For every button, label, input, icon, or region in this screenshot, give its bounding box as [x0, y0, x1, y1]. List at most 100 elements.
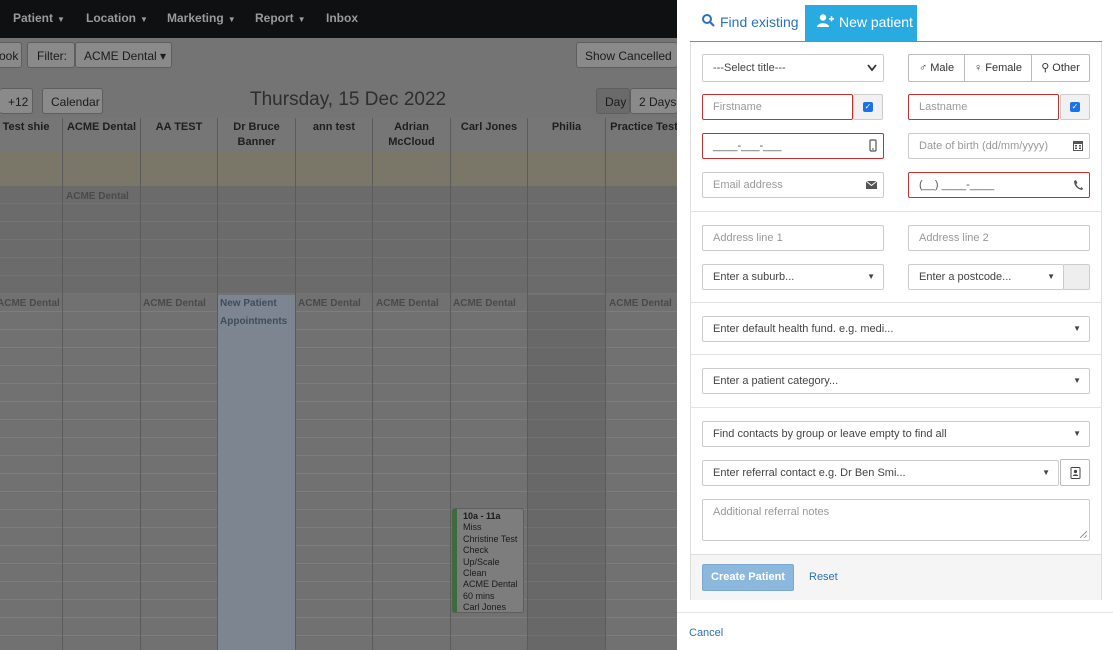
nav-marketing[interactable]: Marketing ▼: [167, 11, 236, 25]
nav-location[interactable]: Location ▼: [86, 11, 148, 25]
referral-notes-placeholder: Additional referral notes: [713, 506, 830, 518]
create-patient-button[interactable]: Create Patient: [702, 564, 794, 591]
tab-new-patient[interactable]: New patient: [805, 5, 917, 41]
tab-find-existing[interactable]: Find existing: [690, 5, 811, 41]
column-divider: [605, 118, 606, 650]
nav-report[interactable]: Report ▼: [255, 11, 306, 25]
location-label: ACME Dental: [298, 298, 361, 309]
patient-category-select[interactable]: Enter a patient category... ▼: [702, 368, 1090, 394]
column-header[interactable]: Adrian McCloud: [373, 118, 450, 152]
location-label: ACME Dental: [0, 298, 60, 309]
filter-dropdown[interactable]: ACME Dental ▾: [75, 42, 172, 68]
calendar-date-title: Thursday, 15 Dec 2022: [250, 89, 447, 110]
appointment-card[interactable]: 10a - 11a Miss Christine Test Check Up/S…: [452, 508, 524, 613]
email-input[interactable]: Email address: [702, 172, 884, 198]
postcode-placeholder: Enter a postcode...: [919, 271, 1012, 283]
plus12-button[interactable]: +12: [0, 88, 33, 114]
postcode-addon-button[interactable]: [1063, 264, 1090, 290]
column-header[interactable]: Philia: [528, 118, 605, 152]
appointment-line: Up/Scale: [463, 556, 500, 567]
new-patient-column-fill: [218, 295, 295, 650]
tab-new-patient-label: New patient: [839, 14, 913, 30]
contacts-group-select[interactable]: Find contacts by group or leave empty to…: [702, 421, 1090, 447]
location-label: ACME Dental: [66, 191, 129, 202]
panel-divider: [677, 612, 1113, 613]
location-label: ACME Dental: [143, 298, 206, 309]
checkmark-icon: ✓: [863, 102, 873, 112]
column-divider: [62, 118, 63, 650]
title-select[interactable]: ---Select title---: [702, 54, 884, 82]
appointment-line: Miss: [463, 522, 482, 533]
column-header[interactable]: Carl Jones: [451, 118, 527, 152]
health-fund-select[interactable]: Enter default health fund. e.g. medi... …: [702, 316, 1090, 342]
gender-female-button[interactable]: ♀ Female: [964, 54, 1032, 82]
column-header[interactable]: Dr Bruce Banner: [218, 118, 295, 152]
appointment-line: Check: [463, 545, 489, 556]
chevron-down-icon: [867, 55, 877, 81]
mobile-input[interactable]: ____-___-___: [702, 133, 884, 159]
postcode-select[interactable]: Enter a postcode... ▼: [908, 264, 1064, 290]
calendar-icon: [1073, 134, 1083, 158]
dob-input[interactable]: Date of birth (dd/mm/yyyy): [908, 133, 1090, 159]
calendar-button[interactable]: Calendar: [42, 88, 103, 114]
reset-button[interactable]: Reset: [809, 564, 838, 591]
tab-find-existing-label: Find existing: [720, 14, 799, 30]
lastname-checkbox[interactable]: ✓: [1060, 94, 1090, 120]
caret-down-icon: ▼: [1073, 429, 1081, 438]
email-placeholder: Email address: [713, 179, 783, 191]
location-label: Appointments: [220, 316, 288, 327]
column-divider: [295, 118, 296, 650]
show-cancelled-button[interactable]: Show Cancelled: [576, 42, 677, 68]
phone-input[interactable]: (__) ____-____: [908, 172, 1090, 198]
referral-notes-textarea[interactable]: Additional referral notes: [702, 499, 1090, 541]
phone-icon: [1073, 173, 1083, 197]
referral-contact-select[interactable]: Enter referral contact e.g. Dr Ben Smi..…: [702, 460, 1059, 486]
location-label: New Patient: [220, 298, 277, 309]
mobile-mask: ____-___-___: [713, 140, 782, 152]
address-line1-input[interactable]: Address line 1: [702, 225, 884, 251]
gender-other-button[interactable]: ⚲ Other: [1031, 54, 1090, 82]
referral-contact-button[interactable]: [1060, 459, 1090, 486]
nav-inbox[interactable]: Inbox: [326, 11, 358, 25]
section-divider: [690, 407, 1102, 408]
column-divider: [372, 118, 373, 650]
closed-hours-band: [0, 186, 677, 294]
address-book-icon: [1070, 467, 1081, 482]
suburb-select[interactable]: Enter a suburb... ▼: [702, 264, 884, 290]
location-label: ACME Dental: [609, 298, 672, 309]
health-fund-placeholder: Enter default health fund. e.g. medi...: [713, 323, 894, 335]
column-header[interactable]: Test shie: [0, 118, 62, 152]
caret-down-icon: ▼: [1042, 468, 1050, 477]
patient-tabs: Find existing New patient: [690, 5, 1102, 42]
view-2days-button[interactable]: 2 Days: [630, 88, 677, 114]
appointment-time: 10a - 11a: [463, 511, 501, 521]
view-day-button[interactable]: Day: [596, 88, 630, 114]
appointment-line: Carl Jones: [463, 602, 507, 613]
firstname-checkbox[interactable]: ✓: [853, 94, 883, 120]
checkmark-icon: ✓: [1070, 102, 1080, 112]
section-divider: [690, 302, 1102, 303]
section-divider: [690, 211, 1102, 212]
suburb-placeholder: Enter a suburb...: [713, 271, 795, 283]
column-header[interactable]: ACME Dental: [63, 118, 140, 152]
dob-placeholder: Date of birth (dd/mm/yyyy): [919, 140, 1048, 152]
title-select-value: ---Select title---: [713, 62, 786, 74]
column-header[interactable]: ann test: [296, 118, 372, 152]
referral-contact-placeholder: Enter referral contact e.g. Dr Ben Smi..…: [713, 467, 906, 479]
caret-down-icon: ▼: [867, 272, 875, 281]
column-header[interactable]: AA TEST: [141, 118, 217, 152]
location-label: ACME Dental: [453, 298, 516, 309]
resize-handle[interactable]: [1080, 531, 1087, 538]
lastname-input[interactable]: Lastname: [908, 94, 1059, 120]
phone-mask: (__) ____-____: [919, 179, 995, 191]
new-patient-panel: Find existing New patient ---Select titl…: [677, 0, 1113, 650]
firstname-input[interactable]: Firstname: [702, 94, 853, 120]
gender-male-button[interactable]: ♂ Male: [908, 54, 965, 82]
caret-down-icon: ▼: [1047, 272, 1055, 281]
search-icon: [702, 5, 715, 39]
nav-patient[interactable]: Patient ▼: [13, 11, 65, 25]
address-line2-input[interactable]: Address line 2: [908, 225, 1090, 251]
book-button[interactable]: ook: [0, 42, 22, 68]
cancel-link[interactable]: Cancel: [689, 627, 723, 639]
column-header[interactable]: Practice Test: [606, 118, 682, 152]
